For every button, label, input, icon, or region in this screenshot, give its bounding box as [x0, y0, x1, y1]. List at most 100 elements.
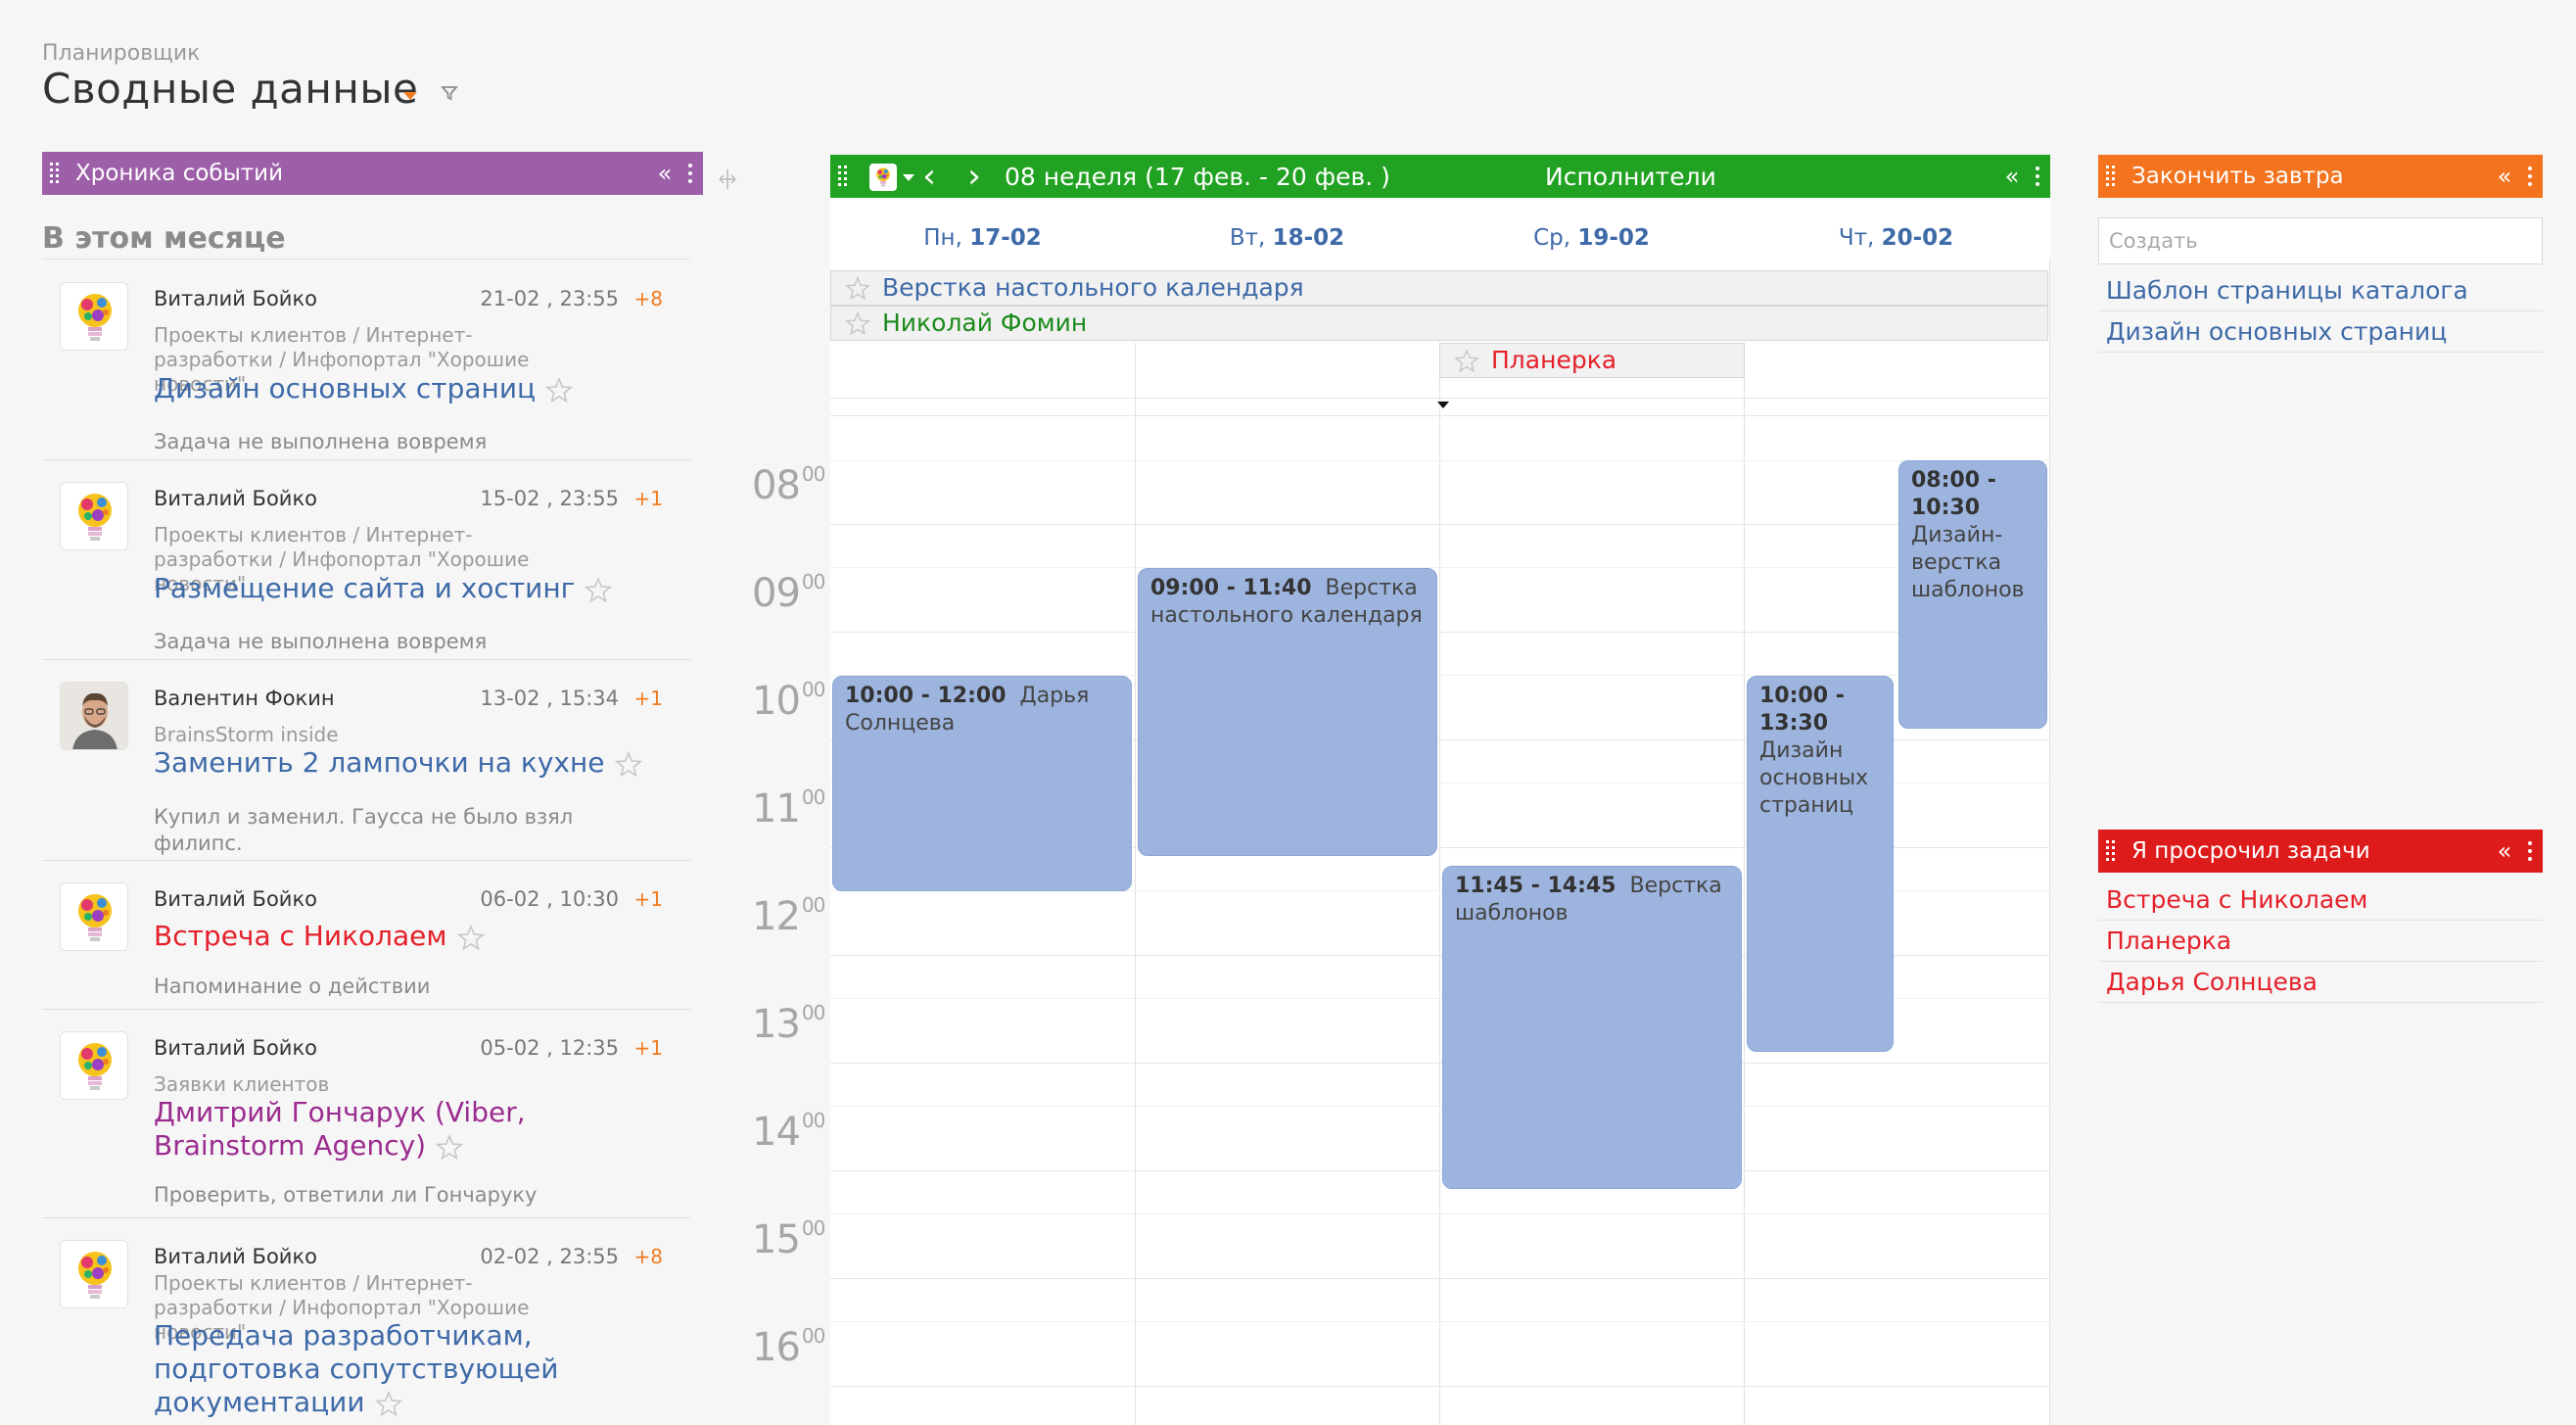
calendar-event[interactable]: 08:00 - 10:30 Дизайн-верстка шаблонов [1898, 460, 2047, 729]
user-selector[interactable] [869, 162, 914, 191]
week-label: 08 неделя (17 фев. - 20 фев. ) [1005, 162, 1390, 191]
divider [830, 1170, 2050, 1171]
list-item[interactable]: Дизайн основных страниц [2098, 311, 2543, 353]
lightbulb-avatar[interactable] [60, 1031, 128, 1100]
allday-event[interactable]: Планерка [1439, 343, 1745, 378]
feed-item-task-title[interactable]: Размещение сайта и хостинг [154, 572, 575, 604]
feed-item: Виталий Бойко 02-02 , 23:55 +8 Проекты к… [42, 1218, 690, 1418]
star-icon[interactable] [585, 577, 613, 602]
next-week-button[interactable]: › [952, 155, 997, 198]
feed-item-count[interactable]: +8 [634, 287, 663, 310]
star-icon[interactable] [436, 1134, 464, 1160]
hour-label: 09 00 [752, 570, 825, 616]
feed-item-task-title[interactable]: Дмитрий Гончарук (Viber, Brainstorm Agen… [154, 1096, 526, 1162]
list-item[interactable]: Встреча с Николаем [2098, 879, 2543, 921]
drag-handle-icon[interactable] [2098, 830, 2122, 873]
title-dropdown-caret-icon[interactable] [403, 92, 417, 100]
list-item[interactable]: Дарья Солнцева [2098, 962, 2543, 1003]
lightbulb-avatar[interactable] [60, 482, 128, 550]
collapse-icon[interactable]: « [2492, 837, 2517, 865]
drag-handle-icon[interactable] [830, 155, 854, 198]
breadcrumb[interactable]: Планировщик [42, 41, 200, 66]
feed-item-count[interactable]: +1 [634, 687, 663, 710]
day-header[interactable]: Пн, 17-02 [830, 225, 1135, 251]
feed-section-title: В этом месяце [42, 221, 286, 256]
calendar-grid[interactable]: Пн, 17-02 Вт, 18-02 Ср, 19-02 Чт, 20-02 … [830, 198, 2050, 1425]
more-menu-icon[interactable] [678, 152, 703, 195]
hour-label: 10 00 [752, 678, 825, 724]
feed-item-count[interactable]: +1 [634, 487, 663, 510]
collapse-icon[interactable]: « [652, 160, 678, 187]
allday-event[interactable]: Николай Фомин [830, 306, 2048, 341]
person-photo-avatar[interactable] [60, 682, 128, 750]
star-icon[interactable] [456, 925, 485, 950]
divider [42, 259, 690, 260]
create-task-input[interactable] [2098, 217, 2543, 264]
divider [830, 460, 2050, 461]
star-icon[interactable] [614, 751, 642, 777]
hour-label: 13 00 [752, 1001, 825, 1047]
feed-item-author[interactable]: Виталий Бойко [154, 887, 317, 911]
feed-item-author[interactable]: Валентин Фокин [154, 687, 335, 710]
star-icon[interactable] [374, 1391, 402, 1416]
feed-item-author[interactable]: Виталий Бойко [154, 487, 317, 510]
star-icon[interactable] [845, 311, 870, 335]
more-menu-icon[interactable] [2025, 155, 2050, 198]
drag-handle-icon[interactable] [42, 152, 66, 195]
feed-item-task-title[interactable]: Заменить 2 лампочки на кухне [154, 746, 605, 779]
overdue-list: Встреча с Николаем Планерка Дарья Солнце… [2098, 879, 2543, 1003]
lightbulb-avatar[interactable] [60, 282, 128, 351]
feed-item-date: 13-02 , 15:34 [480, 687, 619, 710]
feed-item-task-title[interactable]: Дизайн основных страниц [154, 372, 536, 404]
collapse-icon[interactable]: « [2492, 163, 2517, 190]
drag-handle-icon[interactable] [2098, 155, 2122, 198]
feed-item-project[interactable]: BrainsStorm inside [154, 723, 585, 747]
executors-link[interactable]: Исполнители [1545, 163, 1716, 191]
feed-item-task-title[interactable]: Передача разработчикам, подготовка сопут… [154, 1319, 558, 1418]
resize-splitter-icon[interactable] [717, 168, 738, 190]
feed-item-author[interactable]: Виталий Бойко [154, 287, 317, 310]
day-header[interactable]: Вт, 18-02 [1135, 225, 1439, 251]
feed-item-task-title[interactable]: Встреча с Николаем [154, 920, 447, 952]
star-icon[interactable] [1454, 349, 1479, 372]
lightbulb-avatar[interactable] [60, 882, 128, 951]
expand-allday-icon[interactable] [1437, 402, 1449, 408]
feed-item-task[interactable]: Передача разработчикам, подготовка сопут… [154, 1319, 663, 1419]
feed-item-project[interactable]: Заявки клиентов [154, 1072, 585, 1097]
feed-item: Валентин Фокин 13-02 , 15:34 +1 BrainsSt… [42, 660, 690, 861]
more-menu-icon[interactable] [2517, 155, 2543, 198]
hour-label: 15 00 [752, 1216, 825, 1262]
feed-item-author[interactable]: Виталий Бойко [154, 1245, 317, 1268]
feed-item-task[interactable]: Заменить 2 лампочки на кухне [154, 746, 663, 780]
divider [830, 415, 2050, 416]
feed-item-count[interactable]: +1 [634, 1036, 663, 1060]
feed-item-task[interactable]: Дизайн основных страниц [154, 372, 663, 405]
feed-item-task[interactable]: Дмитрий Гончарук (Viber, Brainstorm Agen… [154, 1096, 663, 1163]
allday-event[interactable]: Верстка настольного календаря [830, 270, 2048, 306]
collapse-icon[interactable]: « [1999, 163, 2025, 190]
list-item[interactable]: Планерка [2098, 921, 2543, 962]
feed-item-author[interactable]: Виталий Бойко [154, 1036, 317, 1060]
calendar-event[interactable]: 10:00 - 13:30 Дизайн основных страниц [1747, 676, 1894, 1052]
more-menu-icon[interactable] [2517, 830, 2543, 873]
divider [830, 1321, 2050, 1322]
feed-item-date: 05-02 , 12:35 [480, 1036, 619, 1060]
star-icon[interactable] [545, 377, 574, 403]
filter-icon[interactable] [441, 84, 458, 102]
star-icon[interactable] [845, 276, 870, 300]
calendar-event[interactable]: 10:00 - 12:00 Дарья Солнцева [832, 676, 1132, 891]
feed-item-count[interactable]: +8 [634, 1245, 663, 1268]
feed-item-task[interactable]: Встреча с Николаем [154, 920, 663, 953]
feed-item-task[interactable]: Размещение сайта и хостинг [154, 572, 663, 605]
feed-item-note: Напоминание о действии [154, 974, 431, 998]
event-time: 08:00 - 10:30 [1911, 468, 1996, 520]
hour-label: 14 00 [752, 1109, 825, 1155]
list-item[interactable]: Шаблон страницы каталога [2098, 270, 2543, 311]
divider [1439, 343, 1440, 1425]
day-header[interactable]: Чт, 20-02 [1744, 225, 2048, 251]
calendar-event[interactable]: 11:45 - 14:45 Верстка шаблонов [1442, 866, 1742, 1189]
day-header[interactable]: Ср, 19-02 [1439, 225, 1744, 251]
calendar-event[interactable]: 09:00 - 11:40 Верстка настольного календ… [1138, 568, 1437, 856]
lightbulb-avatar[interactable] [60, 1240, 128, 1308]
feed-item-count[interactable]: +1 [634, 887, 663, 911]
